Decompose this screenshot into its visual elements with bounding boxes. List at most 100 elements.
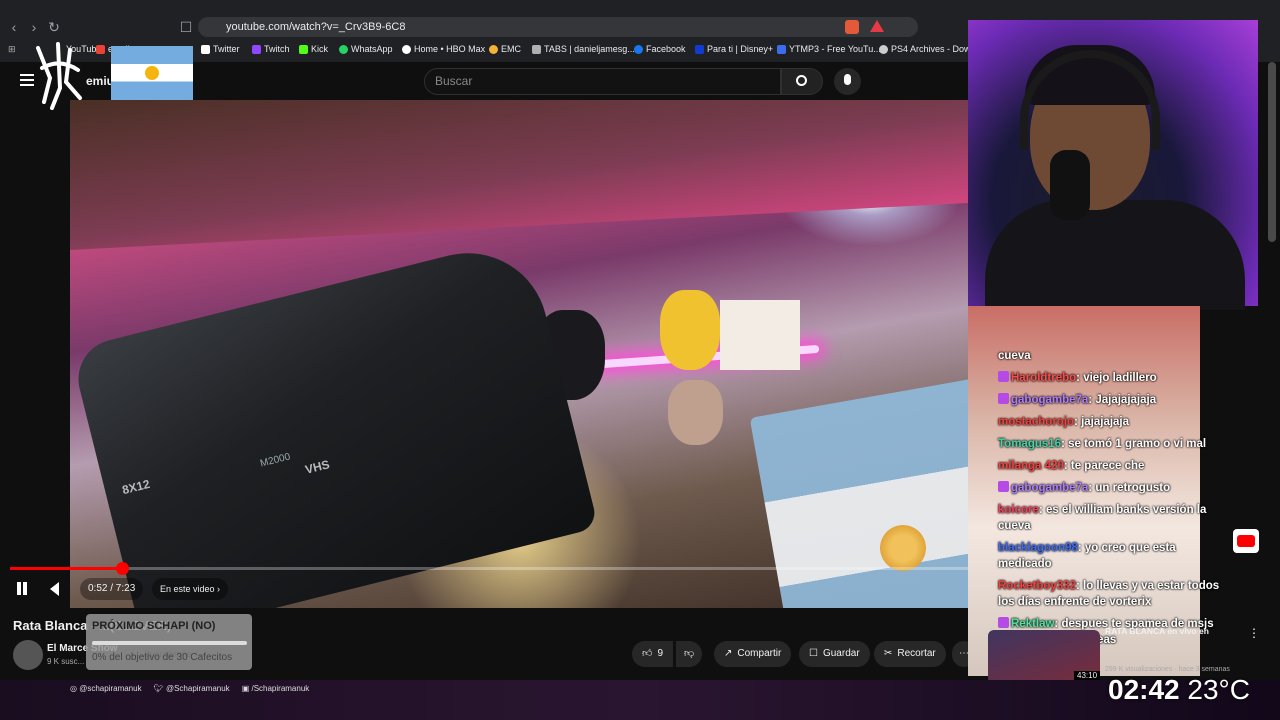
bookmark-hbo[interactable]: Home • HBO Max — [402, 44, 485, 54]
chat-message: Tomagus16: se tomó 1 gramo o vi mal — [998, 436, 1228, 452]
back-icon[interactable]: ‹ — [4, 17, 24, 37]
channel-avatar[interactable] — [13, 640, 43, 670]
rewards-icon[interactable] — [870, 20, 884, 32]
save-button[interactable]: ☐ Guardar — [799, 641, 870, 667]
video-frame-mask — [660, 290, 720, 370]
bookmark-kick[interactable]: Kick — [299, 44, 328, 54]
chat-overlay: cueva Haroldtrebo: viejo ladillero gabogam… — [998, 348, 1228, 654]
stream-clock: 02:42 23°C — [1108, 674, 1250, 706]
chapter-button[interactable]: En este video › — [152, 578, 229, 600]
whatsapp-icon — [339, 44, 348, 54]
search-icon — [796, 75, 807, 86]
disney-icon — [695, 44, 704, 54]
chat-message: koicore: es el william banks versión la … — [998, 502, 1228, 534]
brave-shield-icon[interactable] — [845, 20, 859, 34]
related-video-menu-icon[interactable]: ⋮ — [1248, 626, 1260, 640]
bookmark-ps4[interactable]: PS4 Archives - Dow... — [879, 44, 978, 54]
bookmark-twitter[interactable]: Twitter — [201, 44, 240, 54]
social-handles: ◎ @schapiramanuk 🐦︎ @Schapiramanuk ▣ /Sc… — [70, 684, 309, 693]
streamer-logo — [36, 42, 82, 110]
bookmark-facebook[interactable]: Facebook — [634, 44, 686, 54]
like-count: 9 — [657, 648, 664, 659]
chat-username: Rocketboy332 — [998, 580, 1076, 592]
chat-username: mostachorojo — [998, 416, 1075, 428]
scrollbar[interactable] — [1268, 62, 1276, 242]
subscriber-badge-icon — [998, 371, 1009, 382]
bookmark-label: Para ti | Disney+ — [707, 44, 774, 54]
address-bar[interactable]: youtube.com/watch?v=_Crv3B9-6C8 — [198, 17, 918, 37]
related-video-duration: 43:10 — [1074, 671, 1101, 680]
goal-overlay: PRÓXIMO SCHAPI (NO) Suscribirme 0% del o… — [86, 614, 252, 670]
video-player[interactable]: M2000 VHS 8X12 — [70, 100, 968, 608]
chat-username: blacklagoon98 — [998, 542, 1078, 554]
volume-icon[interactable] — [50, 582, 59, 596]
share-button[interactable]: ↗ Compartir — [714, 641, 792, 667]
chat-message: gabogambe7a: un retrogusto — [998, 480, 1228, 496]
ps4-icon — [879, 44, 888, 54]
chat-username: Haroldtrebo — [1011, 372, 1077, 384]
save-label: Guardar — [822, 648, 860, 659]
hbo-icon — [402, 44, 411, 54]
bookmark-ytmp3[interactable]: YTMP3 - Free YouTu... — [777, 44, 881, 54]
video-frame-poster — [720, 300, 800, 370]
progress-played — [10, 567, 123, 570]
chat-username: gabogambe7a — [1011, 394, 1089, 406]
twitch-handle: ▣ /Schapiramanuk — [241, 684, 310, 693]
microphone-icon — [1050, 150, 1090, 220]
forward-icon[interactable]: › — [24, 17, 44, 37]
chat-message: blacklagoon98: yo creo que esta medicado — [998, 540, 1228, 572]
bookmark-emc[interactable]: EMC — [489, 44, 521, 54]
apps-icon[interactable]: ⊞ — [8, 44, 16, 55]
chat-text: : Jajajajajaja — [1088, 394, 1157, 406]
clip-button[interactable]: ✂ Recortar — [874, 641, 946, 667]
chat-text: : se tomó 1 gramo o vi mal — [1061, 438, 1207, 450]
clock-time: 02:42 — [1108, 674, 1180, 705]
pause-icon[interactable] — [17, 582, 21, 595]
bookmark-label: Facebook — [646, 44, 686, 54]
mic-icon — [844, 74, 851, 85]
voice-search-button[interactable] — [834, 68, 861, 95]
twitch-icon — [252, 44, 261, 54]
like-button[interactable]: 👍︎ 9 — [632, 641, 674, 667]
video-frame-mask — [668, 380, 723, 445]
kick-icon — [299, 44, 308, 54]
progress-scrubber[interactable] — [116, 562, 130, 575]
share-icon: ↗ — [724, 648, 733, 659]
bookmark-label: Home • HBO Max — [414, 44, 486, 54]
chat-message: cueva — [998, 348, 1228, 364]
chat-message: gabogambe7a: Jajajajajaja — [998, 392, 1228, 408]
clock-temperature: 23°C — [1187, 674, 1250, 705]
chat-text: : un retrogusto — [1088, 482, 1171, 494]
time-display: 0:52 / 7:23 — [80, 578, 144, 600]
thumbs-up-icon: 👍︎ — [642, 648, 653, 659]
dislike-button[interactable]: 👎︎ — [676, 641, 703, 667]
search-button[interactable] — [781, 68, 823, 95]
bookmark-label: EMC — [501, 44, 521, 54]
bookmark-whatsapp[interactable]: WhatsApp — [339, 44, 393, 54]
video-frame-flag — [749, 365, 968, 608]
progress-bar[interactable] — [10, 567, 968, 570]
video-frame-ceiling — [70, 100, 968, 251]
twitter-icon — [201, 44, 210, 54]
chat-username: koicore — [998, 504, 1039, 516]
chat-username: Tomagus16 — [998, 438, 1062, 450]
goal-progress-bar — [92, 641, 247, 645]
bookmark-icon[interactable]: ☐ — [176, 17, 196, 37]
search-input[interactable]: Buscar — [424, 68, 781, 95]
bookmark-label: YTMP3 - Free YouTu... — [789, 44, 881, 54]
bookmark-label: Kick — [311, 44, 329, 54]
bookmark-disney[interactable]: Para ti | Disney+ — [695, 44, 773, 54]
video-frame-camera — [70, 236, 599, 608]
related-video-title[interactable]: RATA BLANCA en vivo en — [1105, 626, 1209, 636]
bookmark-twitch[interactable]: Twitch — [252, 44, 290, 54]
instagram-handle: ◎ @schapiramanuk — [70, 684, 142, 693]
subscriber-badge-icon — [998, 481, 1009, 492]
reload-icon[interactable]: ↻ — [44, 17, 64, 37]
instagram-handle-text: @schapiramanuk — [79, 684, 142, 693]
bookmark-label: Twitter — [213, 44, 240, 54]
emc-icon — [489, 44, 498, 54]
gmail-icon — [96, 44, 105, 54]
chat-text: : te parece che — [1063, 460, 1145, 472]
bookmark-tabs[interactable]: TABS | danieljamesg... — [532, 44, 635, 54]
thumbs-down-icon: 👎︎ — [684, 648, 695, 659]
